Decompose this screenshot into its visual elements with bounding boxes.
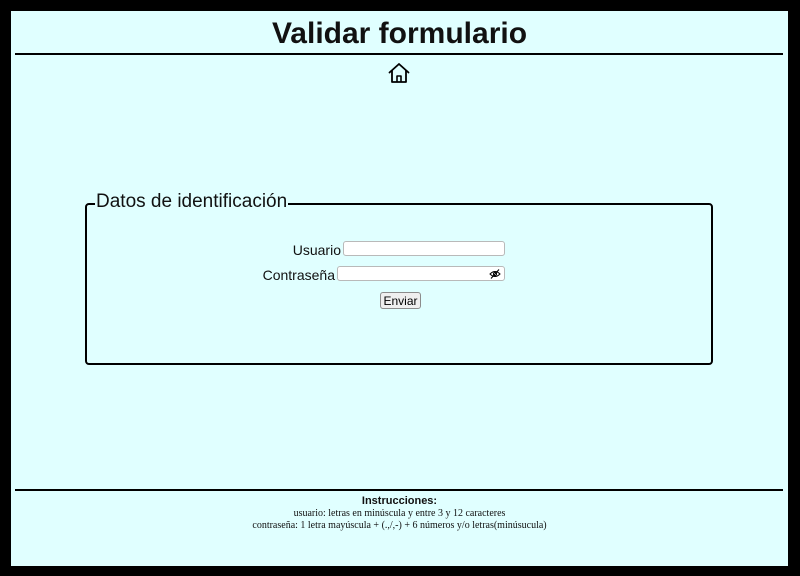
password-label: Contraseña [262, 267, 335, 283]
instructions-heading: Instrucciones: [361, 495, 438, 507]
username-input[interactable] [343, 241, 505, 256]
instructions-password: contraseña: 1 letra mayúscula + (.,/,-) … [252, 520, 547, 531]
page-title: Validar formulario [271, 17, 528, 50]
fieldset-legend: Datos de identificación [95, 191, 289, 213]
header-divider [15, 53, 783, 55]
login-fieldset: Datos de identificación Usuario Contrase… [85, 191, 713, 365]
submit-button[interactable]: Enviar [380, 292, 421, 309]
page-frame: Validar formulario Datos de identificaci… [11, 11, 788, 566]
password-input[interactable] [337, 266, 505, 281]
username-label: Usuario [292, 242, 341, 258]
footer-divider [15, 489, 783, 491]
home-link[interactable] [387, 61, 411, 85]
instructions-username: usuario: letras en minúscula y entre 3 y… [293, 508, 506, 519]
eye-off-icon[interactable] [489, 268, 501, 280]
instructions-footer: Instrucciones: usuario: letras en minúsc… [11, 495, 788, 532]
home-icon [387, 61, 411, 85]
